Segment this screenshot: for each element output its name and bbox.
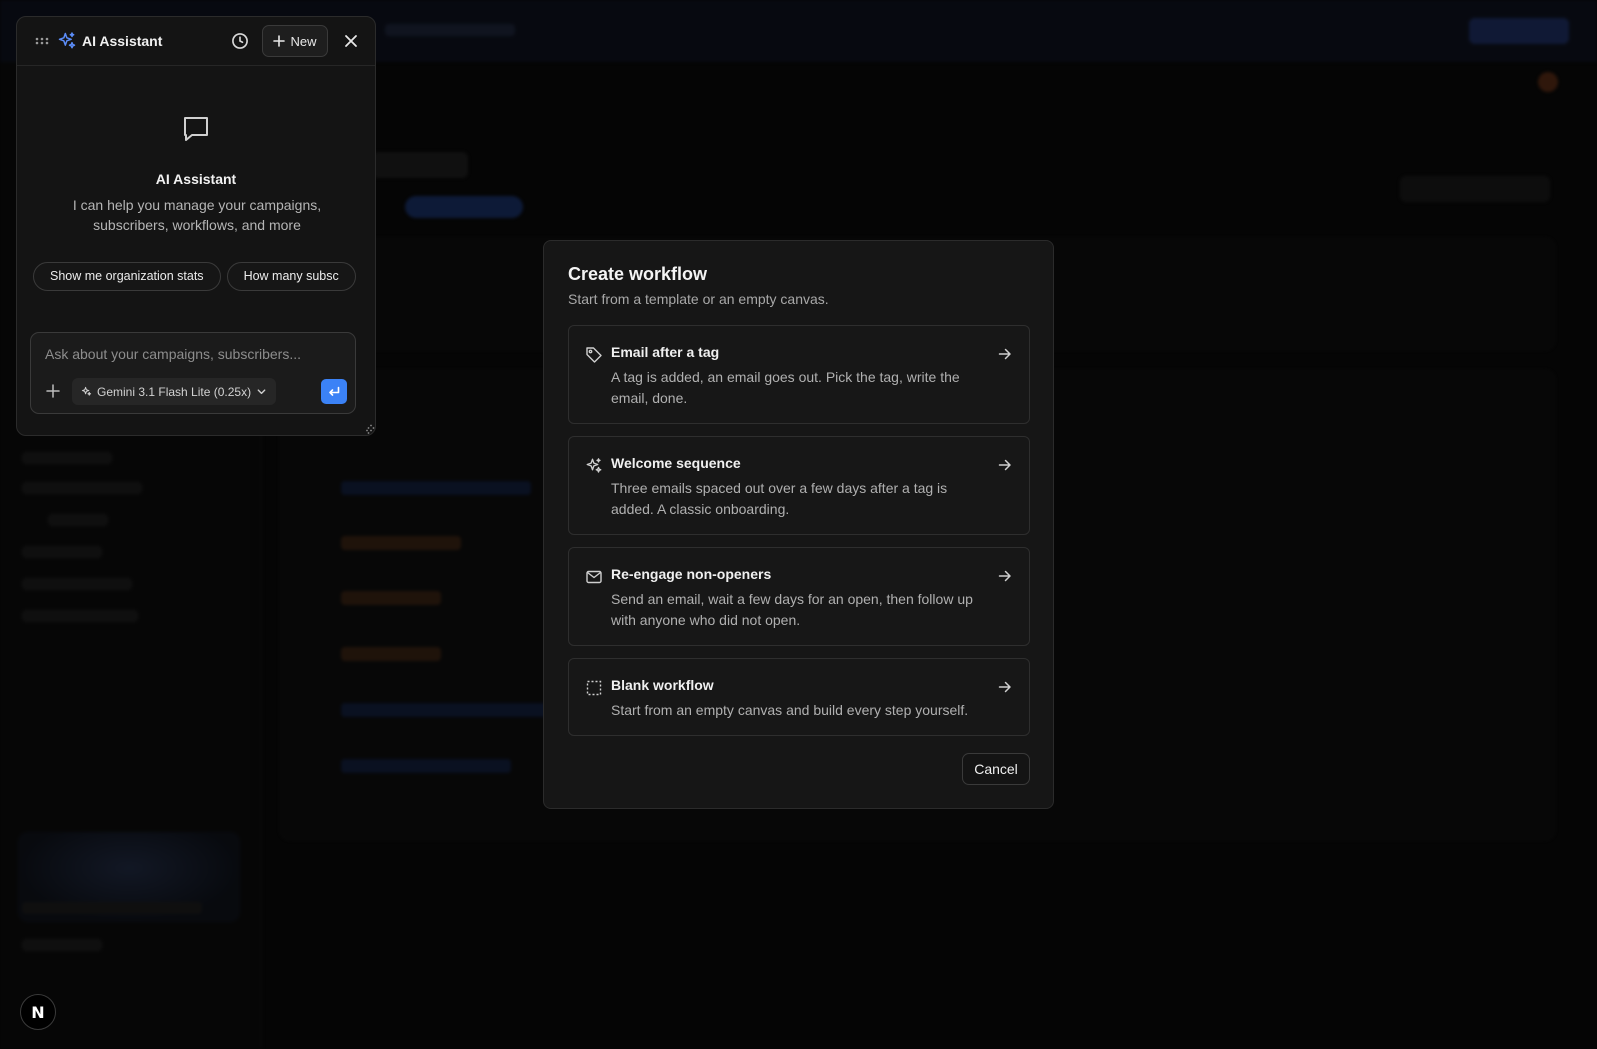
new-chat-button[interactable]: New xyxy=(262,25,328,57)
option-description: Start from an empty canvas and build eve… xyxy=(611,702,969,718)
option-title: Email after a tag xyxy=(611,344,720,360)
tag-icon xyxy=(586,347,602,363)
chat-bubble-icon xyxy=(184,117,208,141)
background-sidebar-item xyxy=(22,902,202,914)
background-table-row xyxy=(341,759,511,773)
dialog-subtitle: Start from a template or an empty canvas… xyxy=(568,291,829,307)
ai-assistant-panel: AI Assistant New AI Assistant I can help… xyxy=(16,16,376,436)
background-sidebar-item xyxy=(22,610,138,622)
sparkles-icon xyxy=(58,32,76,49)
plus-icon[interactable] xyxy=(45,383,61,399)
template-option-email-after-tag[interactable]: Email after a tag A tag is added, an ema… xyxy=(568,325,1030,424)
dialog-title: Create workflow xyxy=(568,264,708,284)
model-selector[interactable]: Gemini 3.1 Flash Lite (0.25x) xyxy=(72,378,277,405)
enter-icon xyxy=(329,386,340,396)
template-option-re-engage[interactable]: Re-engage non-openers Send an email, wai… xyxy=(568,547,1030,646)
drag-handle-icon[interactable] xyxy=(35,34,49,48)
background-sidebar-item xyxy=(22,578,132,590)
option-description: Three emails spaced out over a few days … xyxy=(611,480,948,517)
arrow-right-icon xyxy=(998,681,1011,693)
history-clock-icon[interactable] xyxy=(230,31,250,51)
sparkles-icon xyxy=(586,458,602,473)
background-top-button xyxy=(1469,18,1569,44)
ai-empty-state-description: I can help you manage your campaigns, su… xyxy=(72,197,322,233)
background-sidebar-item xyxy=(48,514,108,526)
ai-assistant-header: AI Assistant New xyxy=(17,17,375,66)
background-action-button xyxy=(1400,176,1550,202)
suggestion-chip-subscribers[interactable]: How many subsc xyxy=(226,262,356,291)
model-selector-label: Gemini 3.1 Flash Lite (0.25x) xyxy=(97,384,252,399)
background-sidebar-item xyxy=(22,939,102,951)
sparkles-icon xyxy=(81,386,92,396)
option-description: A tag is added, an email goes out. Pick … xyxy=(611,369,960,406)
background-table-row xyxy=(341,481,531,495)
background-sidebar-item xyxy=(22,546,102,558)
close-icon[interactable] xyxy=(341,31,361,51)
background-table-row xyxy=(341,647,441,661)
send-button[interactable] xyxy=(321,379,347,404)
dashed-square-icon xyxy=(586,680,602,696)
option-title: Blank workflow xyxy=(611,677,714,693)
background-table-row xyxy=(341,536,461,550)
option-title: Re-engage non-openers xyxy=(611,566,772,582)
ai-prompt-input[interactable] xyxy=(45,343,341,365)
background-sidebar-item xyxy=(22,452,112,464)
nextjs-logo-icon: N xyxy=(31,1002,45,1022)
suggestion-chip-organization-stats[interactable]: Show me organization stats xyxy=(33,262,221,291)
nextjs-dev-badge[interactable]: N xyxy=(20,994,56,1030)
option-description: Send an email, wait a few days for an op… xyxy=(611,591,973,628)
new-chat-label: New xyxy=(290,33,317,49)
cancel-button[interactable]: Cancel xyxy=(962,753,1030,785)
mail-icon xyxy=(586,570,602,584)
background-page-title xyxy=(372,152,468,178)
arrow-right-icon xyxy=(998,348,1011,360)
background-table-row xyxy=(341,591,441,605)
arrow-right-icon xyxy=(998,570,1011,582)
arrow-right-icon xyxy=(998,459,1011,471)
suggestion-chips: Show me organization stats How many subsc xyxy=(33,262,358,296)
template-option-blank-workflow[interactable]: Blank workflow Start from an empty canva… xyxy=(568,658,1030,736)
option-title: Welcome sequence xyxy=(611,455,741,471)
background-sidebar-item xyxy=(22,482,142,494)
ai-assistant-title: AI Assistant xyxy=(82,33,163,49)
resize-handle-icon[interactable] xyxy=(366,424,376,434)
background-table-row xyxy=(341,703,551,717)
ai-composer: Gemini 3.1 Flash Lite (0.25x) xyxy=(30,332,356,414)
ai-empty-state-title: AI Assistant xyxy=(155,171,237,187)
chevron-down-icon xyxy=(257,389,266,395)
create-workflow-dialog: Create workflow Start from a template or… xyxy=(543,240,1054,809)
background-status-pill xyxy=(405,196,523,218)
background-avatar xyxy=(1538,72,1558,92)
background-breadcrumb xyxy=(385,24,515,36)
template-option-welcome-sequence[interactable]: Welcome sequence Three emails spaced out… xyxy=(568,436,1030,535)
plus-icon xyxy=(273,35,286,47)
